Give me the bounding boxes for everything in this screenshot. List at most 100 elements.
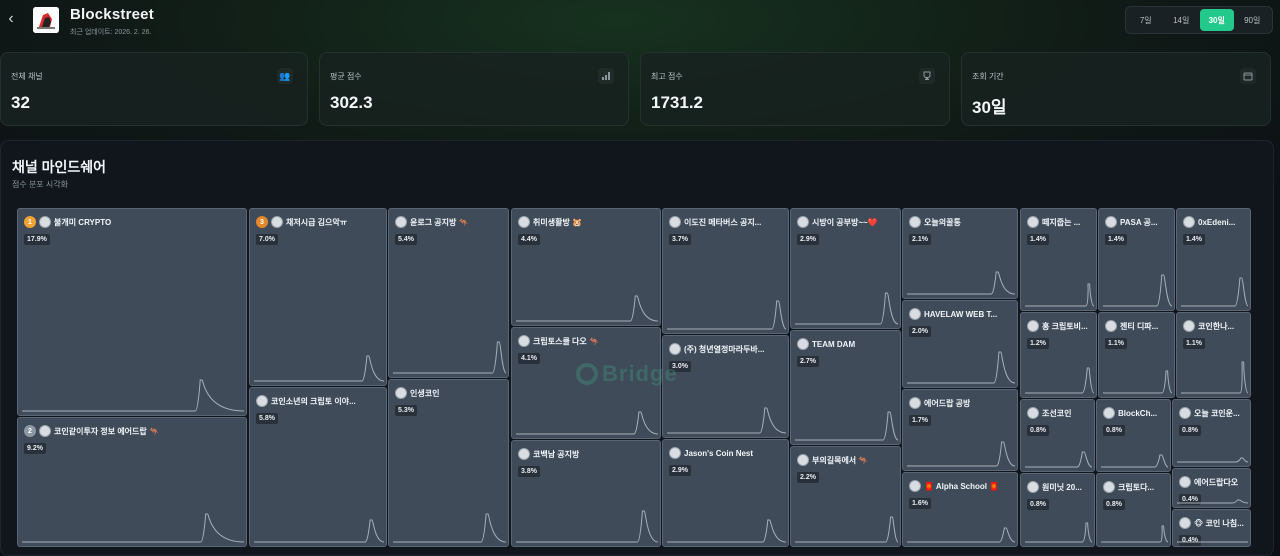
channel-tile[interactable]: 홍 크립토비... 1.2% (1020, 312, 1097, 398)
channel-tile-header: 3 채저시급 김으악ㅠ (256, 215, 382, 229)
period-14d-button[interactable]: 14일 (1165, 9, 1199, 31)
sparkline-path (516, 510, 658, 543)
channel-tile[interactable]: HAVELAW WEB T... 2.0% (902, 300, 1018, 388)
channel-tile-header: 크립토스쿨 다오 🦘 (518, 334, 656, 348)
back-chevron-icon[interactable]: ‹ (0, 6, 22, 32)
channel-tile[interactable]: 코인소년의 크립토 이야... 5.8% (249, 387, 387, 547)
channel-tile[interactable]: Jason's Coin Nest 2.9% (662, 439, 789, 547)
sparkline-path (22, 379, 244, 412)
channel-tile[interactable]: 에어드랍다오 0.4% (1172, 468, 1251, 508)
channel-tile[interactable]: 원미닛 20... 0.8% (1020, 473, 1095, 547)
channel-tile[interactable]: 취미생활방 🐹 4.4% (511, 208, 661, 326)
channel-name: 🧧 Alpha School 🧧 (924, 481, 1000, 491)
channel-tile[interactable]: (주) 청년열정마라두바... 3.0% (662, 335, 789, 438)
channel-avatar (1027, 407, 1039, 419)
channel-avatar (1103, 407, 1115, 419)
panel-subtitle: 점수 분포 시각화 (12, 180, 68, 189)
sparkline-path (795, 516, 898, 543)
channel-tile[interactable]: TEAM DAM 2.7% (790, 330, 901, 445)
trend-sparkline (254, 355, 384, 382)
channel-tile-header: 조선코인 (1027, 406, 1090, 420)
share-percent-badge: 1.6% (909, 498, 931, 509)
channel-tile[interactable]: 부의길목에서 🦘 2.2% (790, 446, 901, 547)
channel-tile[interactable]: 오늘의꿀통 2.1% (902, 208, 1018, 299)
channel-name: 🐵 코인 나침... (1194, 518, 1244, 528)
channel-avatar (271, 216, 283, 228)
channel-name: 젠티 디파... (1120, 321, 1159, 331)
channel-avatar (518, 216, 530, 228)
last-updated: 최근 업데이트: 2026. 2. 26. (70, 29, 152, 36)
sparkline-path (1103, 274, 1172, 307)
channel-tile-header: 코인한나... (1183, 319, 1246, 333)
share-percent-badge: 3.7% (669, 234, 691, 245)
channel-tile-header: 오늘 코인운... (1179, 406, 1246, 420)
sparkline-path (907, 271, 1015, 295)
channel-tile[interactable]: 코인한나... 1.1% (1176, 312, 1251, 398)
channel-avatar (669, 447, 681, 459)
channel-tile[interactable]: 1 불개미 CRYPTO 17.9% (17, 208, 247, 416)
sparkline-path (393, 513, 506, 543)
channel-tile-header: PASA 공... (1105, 215, 1170, 229)
channel-tile[interactable]: PASA 공... 1.4% (1098, 208, 1175, 311)
channel-name: 크립토스쿨 다오 🦘 (533, 336, 599, 346)
period-90d-button[interactable]: 90일 (1236, 9, 1270, 31)
channel-tile[interactable]: 윤로그 공지방 🦘 5.4% (388, 208, 509, 378)
channel-tile[interactable]: 🐵 코인 나침... 0.4% (1172, 509, 1251, 547)
channel-avatar (1103, 481, 1115, 493)
channel-tile[interactable]: 오늘 코인운... 0.8% (1172, 399, 1251, 467)
channel-name: 떼지줍는 ... (1042, 217, 1081, 227)
channel-tile[interactable]: 3 채저시급 김으악ㅠ 7.0% (249, 208, 387, 386)
share-percent-badge: 1.2% (1027, 338, 1049, 349)
stat-label: 평균 점수 (330, 72, 362, 81)
share-percent-badge: 1.1% (1183, 338, 1205, 349)
trend-sparkline (907, 527, 1015, 543)
channel-tile[interactable]: 이도진 메타버스 공지... 3.7% (662, 208, 789, 334)
sparkline-path (667, 407, 786, 434)
app-logo (33, 7, 59, 33)
channel-tile[interactable]: 2 코인같이투자 정보 에어드랍 🦘 9.2% (17, 417, 247, 547)
channel-avatar (1179, 517, 1191, 529)
channel-tile[interactable]: 조선코인 0.8% (1020, 399, 1095, 472)
channel-tile[interactable]: 떼지줍는 ... 1.4% (1020, 208, 1097, 311)
trend-sparkline (1101, 525, 1168, 543)
channel-tile-header: 에어드랍다오 (1179, 475, 1246, 489)
trend-sparkline (393, 341, 506, 374)
sparkline-path (1181, 277, 1248, 307)
channel-tile[interactable]: 🧧 Alpha School 🧧 1.6% (902, 472, 1018, 547)
period-30d-button[interactable]: 30일 (1200, 9, 1234, 31)
panel-title: 채널 마인드쉐어 (12, 159, 107, 175)
share-percent-badge: 0.8% (1103, 499, 1125, 510)
share-percent-badge: 1.1% (1105, 338, 1127, 349)
channel-tile[interactable]: 0xEdeni... 1.4% (1176, 208, 1251, 311)
channel-avatar (909, 308, 921, 320)
stat-value: 30일 (972, 98, 1007, 117)
channel-name: 에어드랍다오 (1194, 477, 1239, 487)
channel-tile[interactable]: 인생코인 5.3% (388, 379, 509, 547)
trend-sparkline (795, 516, 898, 543)
channel-tile[interactable]: 코백남 공지방 3.8% (511, 440, 661, 547)
channel-avatar (518, 335, 530, 347)
trend-sparkline (1181, 361, 1248, 394)
channel-tile-header: 이도진 메타버스 공지... (669, 215, 784, 229)
sparkline-path (1177, 499, 1248, 504)
channel-tile-header: 크립토다... (1103, 480, 1166, 494)
channel-tile[interactable]: 에어드랍 공방 1.7% (902, 389, 1018, 471)
channel-tile-header: 🧧 Alpha School 🧧 (909, 479, 1013, 493)
sparkline-path (1181, 361, 1248, 394)
trend-sparkline (393, 513, 506, 543)
share-percent-badge: 2.9% (797, 234, 819, 245)
channel-tile[interactable]: 시방이 공부방~~❤️ 2.9% (790, 208, 901, 329)
channel-tile[interactable]: BlockCh... 0.8% (1096, 399, 1171, 472)
channel-tile[interactable]: 젠티 디파... 1.1% (1098, 312, 1175, 398)
channel-avatar (669, 216, 681, 228)
stat-label: 최고 점수 (651, 72, 683, 81)
share-percent-badge: 3.8% (518, 466, 540, 477)
bridge-watermark: Bridge (576, 361, 678, 387)
share-percent-badge: 17.9% (24, 234, 50, 245)
channel-avatar (909, 397, 921, 409)
channel-tile-header: 0xEdeni... (1183, 215, 1246, 229)
sparkline-path (393, 341, 506, 374)
channel-tile[interactable]: 크립토다... 0.8% (1096, 473, 1171, 547)
channel-name: 오늘의꿀통 (924, 217, 961, 227)
period-7d-button[interactable]: 7일 (1129, 9, 1163, 31)
